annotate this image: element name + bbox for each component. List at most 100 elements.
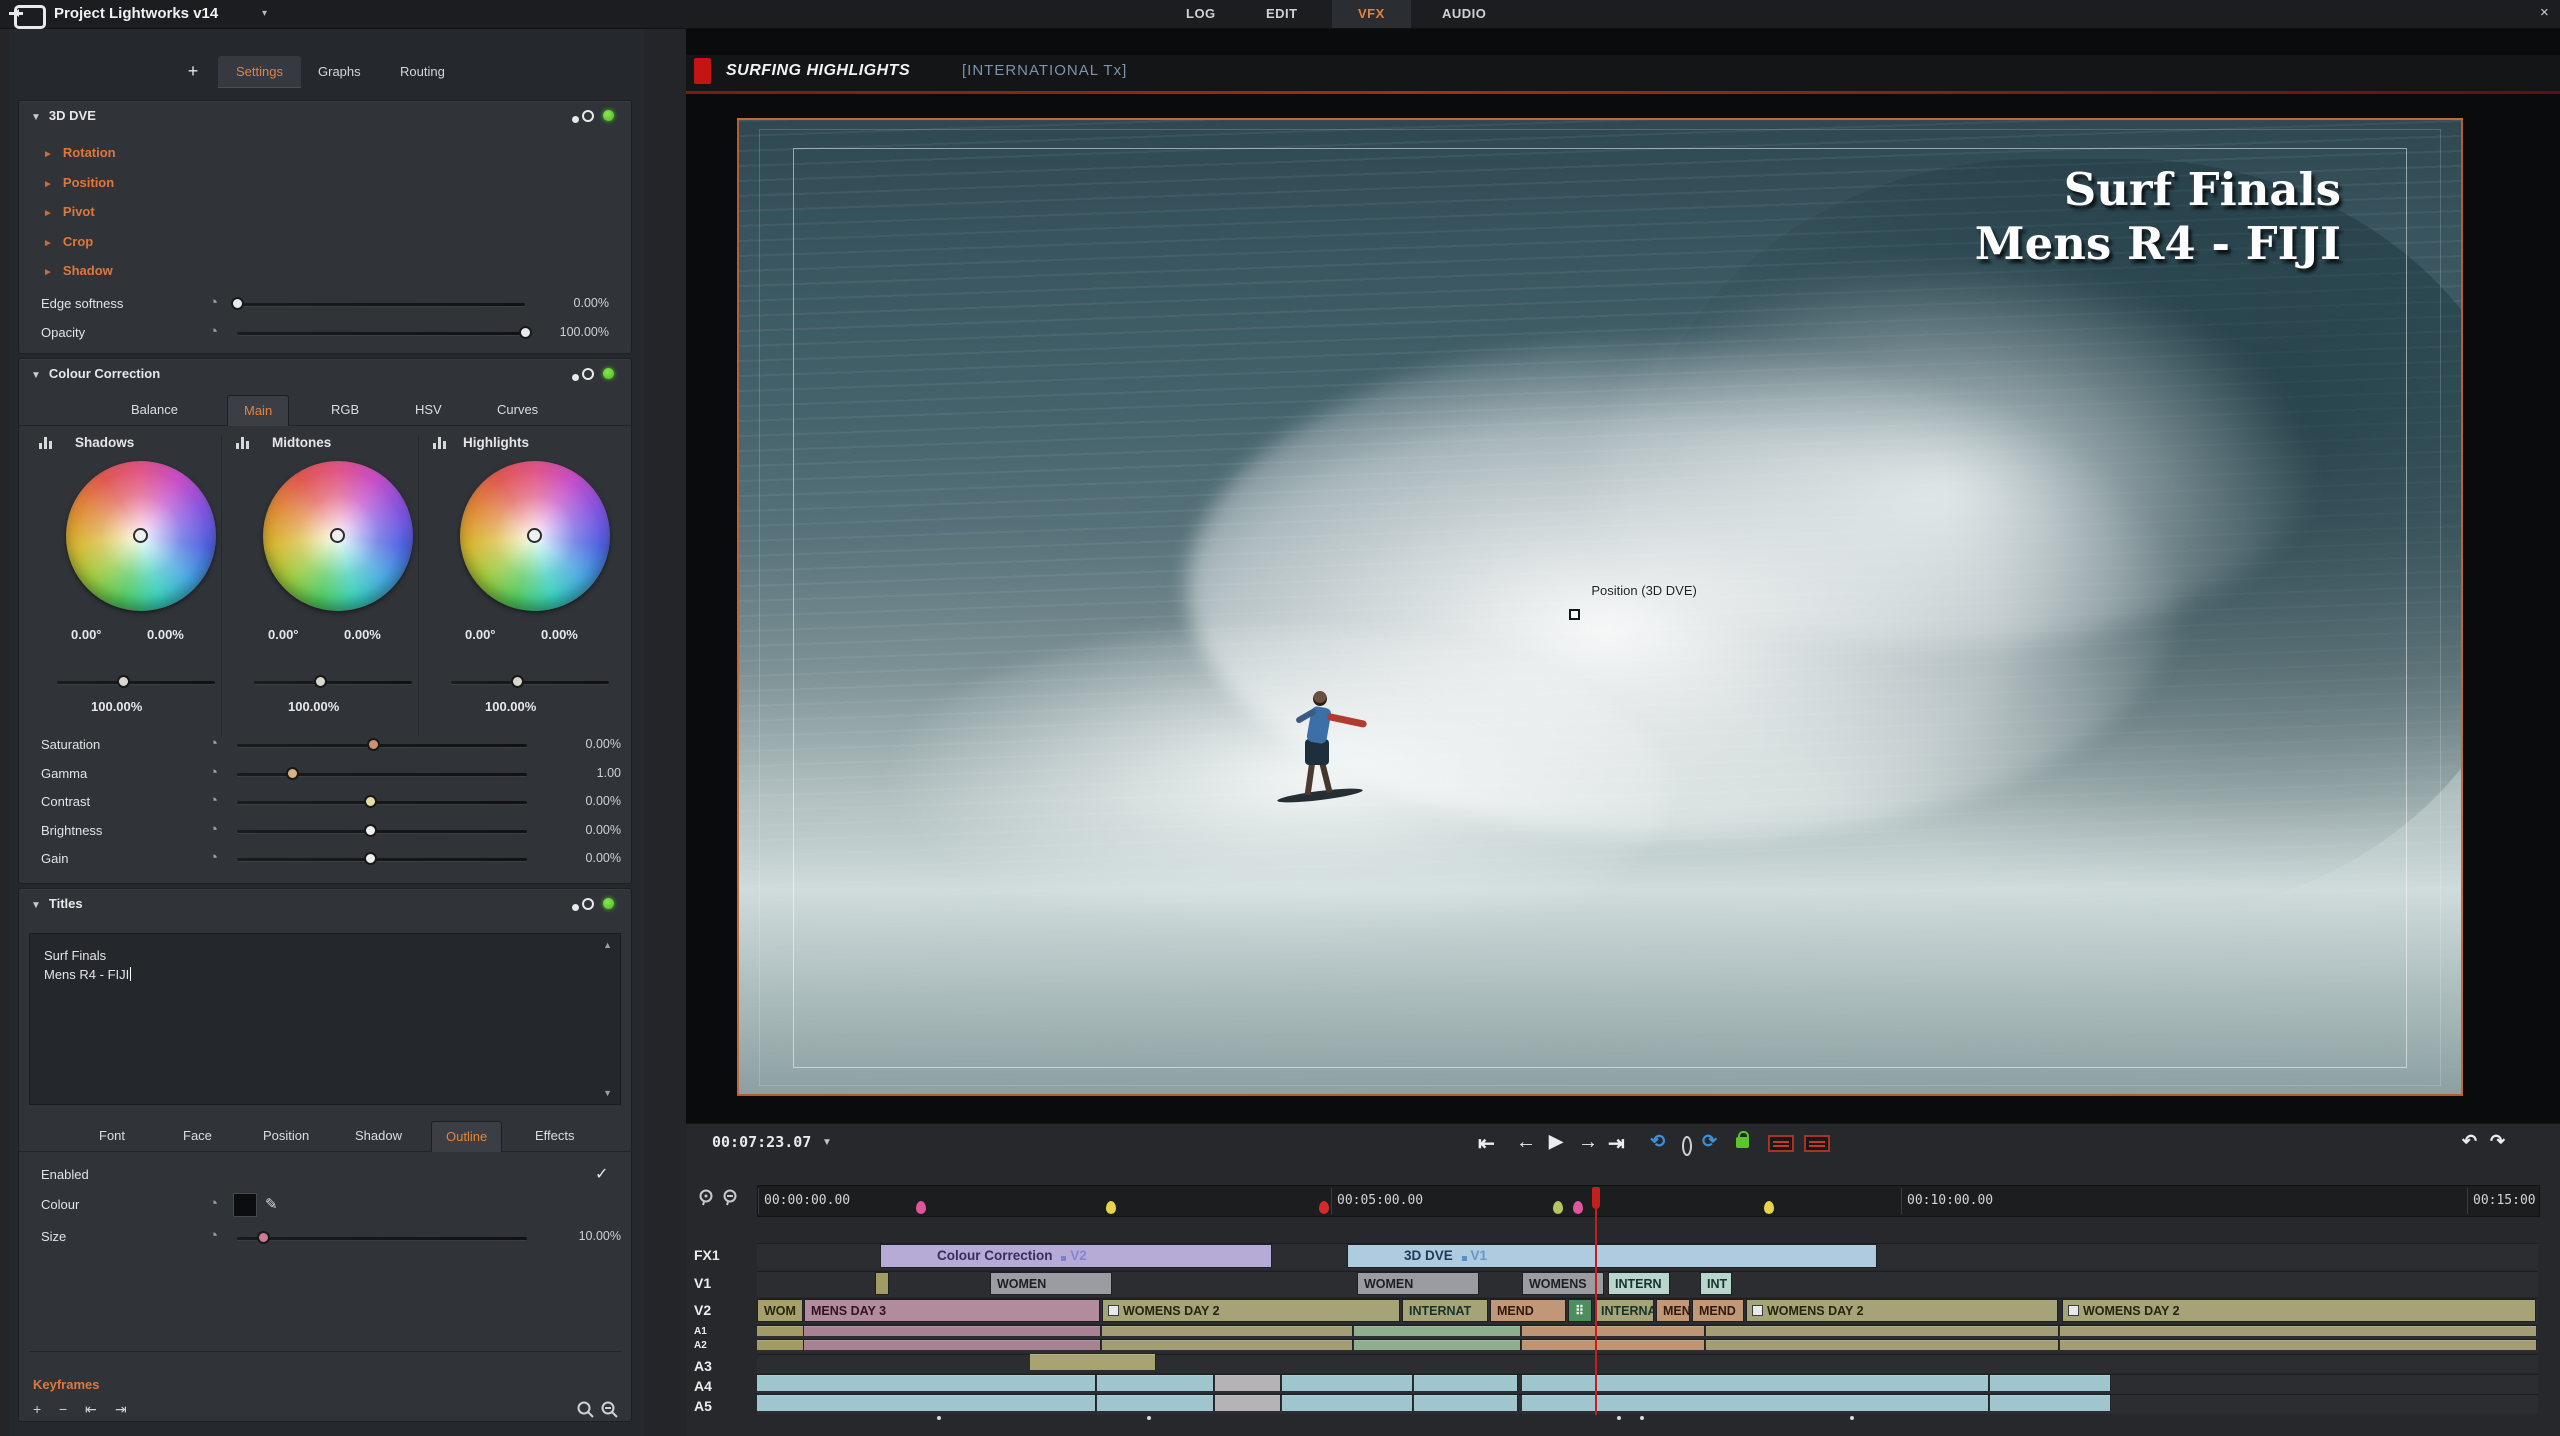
audio-segment[interactable] — [1282, 1395, 1413, 1411]
titles-tab-effects[interactable]: Effects — [521, 1121, 589, 1151]
enabled-led[interactable] — [603, 110, 614, 121]
audio-segment[interactable] — [1215, 1375, 1281, 1391]
dve-item-crop[interactable]: ► Crop — [43, 234, 93, 249]
track-label-a3[interactable]: A3 — [694, 1358, 712, 1374]
timeline-clip[interactable]: WOM — [757, 1299, 803, 1322]
param-slider-knob[interactable] — [364, 823, 378, 837]
audio-monitor-icon[interactable]: ⟳ — [1702, 1131, 1717, 1152]
cc-tab-curves[interactable]: Curves — [481, 395, 554, 425]
close-icon[interactable]: × — [2540, 4, 2549, 21]
outline-colour-swatch[interactable] — [233, 1193, 257, 1217]
param-slider-knob[interactable] — [367, 738, 381, 751]
lens-icon[interactable] — [1682, 1136, 1692, 1156]
sequence-tab[interactable]: SURFING HIGHLIGHTS — [726, 62, 910, 80]
keyframe-button-0[interactable]: + — [33, 1401, 41, 1417]
routing-nodes-icon[interactable] — [571, 898, 594, 912]
track-label-v2[interactable]: V2 — [694, 1302, 711, 1318]
param-slider[interactable] — [237, 858, 527, 861]
histogram-icon[interactable] — [236, 437, 252, 449]
pencil-icon[interactable]: ✎ — [265, 1195, 278, 1213]
project-title-caret[interactable]: ▾ — [262, 8, 267, 19]
audio-segment[interactable] — [1282, 1375, 1413, 1391]
dve-section-header[interactable]: ▼ 3D DVE — [31, 108, 96, 123]
enabled-led[interactable] — [603, 898, 614, 909]
reset-icon[interactable]: ◔ — [209, 735, 218, 752]
cc-tab-main[interactable]: Main — [227, 395, 290, 426]
panel-tab-routing[interactable]: Routing — [382, 56, 463, 88]
colour-wheel-handle[interactable] — [133, 528, 148, 543]
timeline-clip[interactable]: INT — [1700, 1272, 1732, 1295]
cc-tab-hsv[interactable]: HSV — [399, 395, 458, 425]
lock-icon[interactable] — [1736, 1131, 1749, 1148]
track-label-fx1[interactable]: FX1 — [694, 1247, 720, 1263]
go-to-end-button[interactable]: ⇥ — [1608, 1131, 1625, 1156]
audio-clip[interactable] — [1030, 1354, 1156, 1370]
cc-tab-balance[interactable]: Balance — [115, 395, 194, 425]
titles-section-header[interactable]: ▼ Titles — [31, 896, 83, 911]
timeline-clip[interactable]: INTERNAT — [1402, 1299, 1488, 1322]
wheel-luma-slider[interactable] — [254, 681, 412, 684]
audio-segment[interactable] — [1414, 1395, 1518, 1411]
routing-nodes-icon[interactable] — [571, 110, 594, 124]
param-slider[interactable] — [237, 801, 527, 804]
audio-segment[interactable] — [1706, 1326, 2059, 1336]
wheel-luma-knob[interactable] — [117, 675, 130, 688]
audio-segment[interactable] — [757, 1395, 1096, 1411]
timeline-clip[interactable]: WOMENS DAY 2 — [2062, 1299, 2536, 1322]
timeline-marker[interactable] — [1764, 1201, 1774, 1214]
titles-tab-shadow[interactable]: Shadow — [341, 1121, 416, 1151]
titles-tab-font[interactable]: Font — [85, 1121, 139, 1151]
audio-segment[interactable] — [2060, 1340, 2537, 1350]
go-to-start-button[interactable]: ⇤ — [1478, 1131, 1495, 1156]
top-tab-log[interactable]: LOG — [1160, 0, 1242, 28]
enabled-checkbox[interactable]: ✓ — [595, 1164, 608, 1184]
colour-wheel-handle[interactable] — [527, 528, 542, 543]
loop-play-icon[interactable]: ⟲ — [1650, 1131, 1665, 1152]
audio-segment[interactable] — [2060, 1326, 2537, 1336]
timeline-clip[interactable]: INTERN — [1608, 1272, 1670, 1295]
timeline-ruler[interactable]: 00:00:00.00 00:05:00.00 00:10:00.00 00:15:0… — [757, 1185, 2540, 1217]
audio-segment[interactable] — [1706, 1340, 2059, 1350]
param-slider-knob[interactable] — [364, 795, 378, 808]
audio-segment[interactable] — [1354, 1340, 1521, 1350]
reset-icon[interactable]: ◔ — [209, 792, 218, 809]
reset-icon[interactable]: ◔ — [209, 1227, 218, 1244]
param-slider[interactable] — [237, 772, 527, 776]
dve-item-shadow[interactable]: ► Shadow — [43, 263, 113, 278]
wheel-luma-slider[interactable] — [451, 681, 609, 684]
redo-icon[interactable]: ↷ — [2490, 1131, 2505, 1152]
timeline-clip[interactable]: 3D DVE V1 — [1347, 1244, 1877, 1268]
scroll-down-icon[interactable]: ▼ — [603, 1088, 612, 1098]
param-slider[interactable] — [237, 744, 527, 747]
dve-item-pivot[interactable]: ► Pivot — [43, 204, 95, 219]
track-label-v1[interactable]: V1 — [694, 1275, 711, 1291]
timeline-clip[interactable]: ⠿ — [1568, 1299, 1592, 1322]
enabled-led[interactable] — [603, 368, 614, 379]
audio-segment[interactable] — [1102, 1326, 1353, 1336]
reset-icon[interactable]: ◔ — [209, 849, 218, 866]
timeline-zoom-in-icon[interactable] — [698, 1189, 715, 1206]
audio-segment[interactable] — [757, 1326, 804, 1336]
top-tab-audio[interactable]: AUDIO — [1416, 0, 1512, 28]
audio-segment[interactable] — [1215, 1395, 1281, 1411]
audio-segment[interactable] — [1522, 1340, 1705, 1350]
track-label-a2[interactable]: A2 — [694, 1340, 707, 1351]
keyframe-dot[interactable] — [1850, 1416, 1854, 1420]
timecode-display-icon[interactable] — [1768, 1135, 1794, 1152]
audio-segment[interactable] — [1522, 1395, 1989, 1411]
timeline-marker[interactable] — [916, 1201, 926, 1214]
panel-tab-graphs[interactable]: Graphs — [300, 56, 379, 88]
audio-segment[interactable] — [1990, 1375, 2111, 1391]
titles-tab-outline[interactable]: Outline — [431, 1121, 503, 1152]
playhead-handle[interactable] — [1592, 1187, 1600, 1209]
param-slider-knob[interactable] — [231, 297, 244, 310]
step-back-button[interactable]: ← — [1516, 1131, 1536, 1154]
timeline-clip[interactable]: MENS DAY 3 — [804, 1299, 1100, 1322]
position-handle[interactable] — [1569, 608, 1580, 620]
zoom-out-icon[interactable] — [601, 1401, 619, 1419]
titles-tab-face[interactable]: Face — [169, 1121, 226, 1151]
keyframe-dot[interactable] — [937, 1416, 941, 1420]
dve-wireframe[interactable] — [793, 148, 2407, 1068]
param-slider[interactable] — [237, 303, 525, 306]
keyframe-button-2[interactable]: ⇤ — [85, 1401, 97, 1418]
